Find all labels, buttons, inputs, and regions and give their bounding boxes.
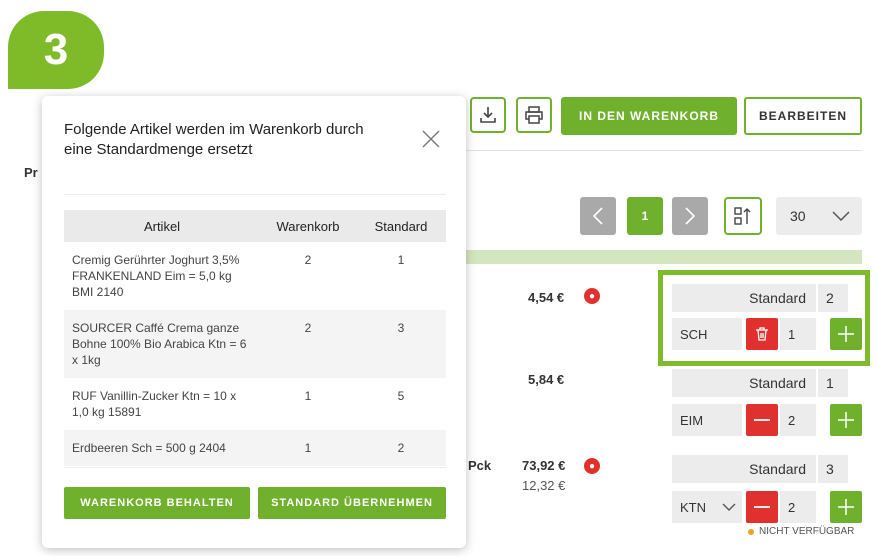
column-header: Artikel (64, 210, 260, 242)
column-header: Standard (356, 210, 446, 242)
cell-artikel: RUF Vanillin-Zucker Ktn = 10 x 1,0 kg 15… (72, 389, 237, 419)
pack-label: Pck (468, 458, 492, 473)
cell-artikel: Erdbeeren Sch = 500 g 2404 (64, 430, 260, 466)
plus-icon (838, 499, 854, 515)
highlight-frame (658, 270, 870, 366)
standard-label: Standard (749, 375, 806, 391)
items-table: Artikel Warenkorb Standard Cremig Gerühr… (64, 210, 446, 466)
divider (64, 467, 446, 468)
edit-button[interactable]: BEARBEITEN (744, 97, 862, 135)
unit-select[interactable]: EIM (672, 404, 742, 436)
cell-standard: 5 (397, 389, 405, 403)
increase-button[interactable] (830, 404, 862, 436)
chevron-down-icon (722, 503, 736, 511)
cell-standard: 1 (397, 253, 405, 267)
standard-label-box: Standard (672, 369, 816, 397)
download-icon (480, 107, 496, 123)
warning-dot-icon (748, 528, 754, 535)
close-button[interactable] (416, 124, 446, 154)
divider (462, 150, 862, 151)
fire-icon: ● (584, 458, 600, 474)
keep-cart-button[interactable]: WARENKORB BEHALTEN (64, 487, 250, 519)
table-header-strip (462, 250, 862, 264)
standard-label-box: Standard (672, 455, 816, 483)
quantity-value[interactable]: 2 (780, 491, 816, 523)
decrease-button[interactable] (746, 491, 778, 523)
increase-button[interactable] (830, 491, 862, 523)
table-row: Erdbeeren Sch = 500 g 2404 1 2 (64, 430, 446, 466)
cell-warenkorb: 1 (260, 430, 356, 466)
sort-button[interactable] (724, 197, 762, 235)
decrease-button[interactable] (746, 404, 778, 436)
cell-standard: 2 (356, 430, 446, 466)
next-page-button[interactable] (672, 197, 708, 235)
cell-warenkorb: 2 (304, 253, 312, 267)
download-button[interactable] (470, 97, 506, 133)
standard-label: Standard (749, 461, 806, 477)
screen: 3 IN DEN WARENKORB BEARBEITEN Pr 1 30 4,… (0, 0, 877, 556)
cell-standard: 3 (356, 310, 446, 378)
chevron-down-icon (832, 211, 850, 221)
prev-page-button[interactable] (580, 197, 616, 235)
replace-dialog: Folgende Artikel werden im Warenkorb dur… (42, 96, 466, 548)
unit-value: KTN (680, 499, 706, 515)
availability-text: NICHT VERFÜGBAR (759, 526, 855, 537)
table-header-row: Artikel Warenkorb Standard (64, 210, 446, 242)
cell-artikel: SOURCER Caffé Crema ganze Bohne 100% Bio… (64, 310, 260, 378)
standard-qty: 1 (818, 369, 848, 397)
cell-artikel: Cremig Gerührter Joghurt 3,5% FRANKENLAN… (72, 253, 240, 299)
step-badge: 3 (8, 11, 104, 89)
plus-icon (838, 412, 854, 428)
per-page-value: 30 (790, 208, 806, 224)
apply-standard-button[interactable]: STANDARD ÜBERNEHMEN (258, 487, 446, 519)
cell-warenkorb: 1 (304, 389, 312, 403)
product-price: 4,54 € (528, 290, 565, 305)
print-button[interactable] (516, 97, 552, 133)
chevron-left-icon (592, 207, 603, 225)
dialog-title: Folgende Artikel werden im Warenkorb dur… (64, 121, 364, 158)
page-button-current[interactable]: 1 (627, 197, 663, 235)
divider (64, 194, 446, 195)
availability-notice: NICHT VERFÜGBAR (748, 526, 854, 537)
table-row: RUF Vanillin-Zucker Ktn = 10 x 1,0 kg 15… (64, 378, 446, 430)
cell-warenkorb: 2 (260, 310, 356, 378)
add-to-cart-button[interactable]: IN DEN WARENKORB (561, 97, 737, 135)
unit-price: 12,32 € (522, 478, 566, 493)
table-row: Cremig Gerührter Joghurt 3,5% FRANKENLAN… (64, 242, 446, 310)
column-header-partial: Pr (24, 165, 38, 180)
unit-select[interactable]: KTN (672, 491, 742, 523)
product-price: 73,92 € (522, 458, 566, 473)
table-row: SOURCER Caffé Crema ganze Bohne 100% Bio… (64, 310, 446, 378)
column-header: Warenkorb (260, 210, 356, 242)
quantity-value[interactable]: 2 (780, 404, 816, 436)
chevron-right-icon (685, 207, 696, 225)
minus-icon (754, 506, 770, 508)
product-price: 5,84 € (528, 372, 565, 387)
alert-icon: ● (584, 288, 600, 304)
sort-icon (734, 207, 751, 225)
standard-qty: 3 (818, 455, 848, 483)
per-page-select[interactable]: 30 (776, 197, 862, 235)
minus-icon (754, 419, 770, 421)
close-icon (422, 130, 440, 148)
printer-icon (525, 106, 543, 124)
